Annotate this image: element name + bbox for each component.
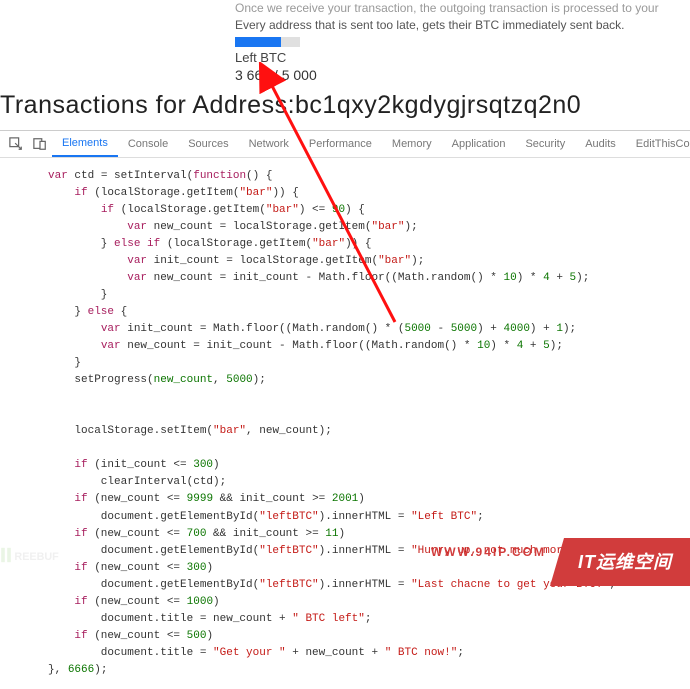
devtools-panel: Elements Console Sources Network Perform… xyxy=(0,130,690,689)
tab-security[interactable]: Security xyxy=(515,131,575,157)
watermark-logo-left: REEBUF xyxy=(0,540,60,570)
device-toolbar-icon[interactable] xyxy=(33,137,47,151)
top-info-block: Once we receive your transaction, the ou… xyxy=(0,0,690,83)
tab-memory[interactable]: Memory xyxy=(382,131,442,157)
btc-count: 3 660 / 5 000 xyxy=(235,67,690,83)
progress-fill xyxy=(235,37,281,47)
devtools-tabbar: Elements Console Sources Network Perform… xyxy=(0,131,690,158)
tab-network[interactable]: Network xyxy=(239,131,299,157)
tab-elements[interactable]: Elements xyxy=(52,131,118,157)
watermark-banner: IT运维空间 xyxy=(550,538,690,586)
tab-audits[interactable]: Audits xyxy=(575,131,626,157)
left-btc-label: Left BTC xyxy=(235,50,690,65)
tab-performance[interactable]: Performance xyxy=(299,131,382,157)
progress-bar xyxy=(235,37,300,47)
inspect-icon[interactable] xyxy=(9,137,23,151)
tab-sources[interactable]: Sources xyxy=(178,131,238,157)
tab-editthiscookie[interactable]: EditThisCookie xyxy=(626,131,690,157)
source-code[interactable]: var ctd = setInterval(function() { if (l… xyxy=(0,158,690,689)
bottom-right-banner: WWW.94IP.COM IT运维空间 xyxy=(431,538,690,586)
tab-application[interactable]: Application xyxy=(442,131,516,157)
tab-console[interactable]: Console xyxy=(118,131,178,157)
watermark-url: WWW.94IP.COM xyxy=(431,545,550,579)
intro-text-line2: Every address that is sent too late, get… xyxy=(235,17,690,34)
transactions-heading: Transactions for Address:bc1qxy2kgdygjrs… xyxy=(0,83,690,130)
intro-text-line1: Once we receive your transaction, the ou… xyxy=(235,0,690,17)
svg-text:REEBUF: REEBUF xyxy=(14,551,59,563)
